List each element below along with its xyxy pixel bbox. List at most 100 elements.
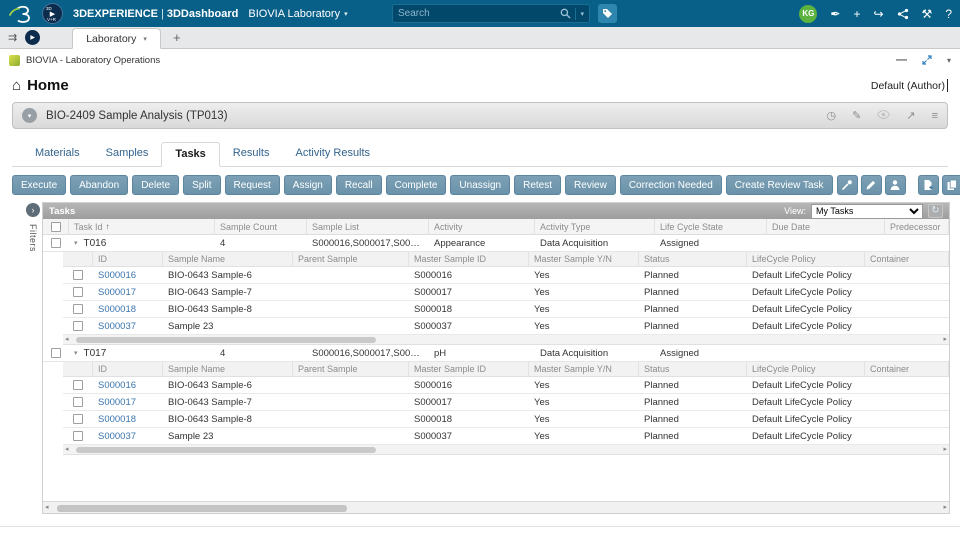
scroll-right-icon[interactable]: ▸: [943, 446, 947, 454]
column-header-sample-list[interactable]: Sample List: [307, 219, 429, 234]
tag-button[interactable]: [598, 4, 617, 23]
sample-id-link[interactable]: S000018: [93, 304, 163, 315]
tab-materials[interactable]: Materials: [22, 142, 93, 166]
inner-horizontal-scrollbar[interactable]: ◂ ▸: [63, 335, 949, 345]
sample-column-header-status[interactable]: Status: [639, 362, 747, 376]
share-network-icon[interactable]: [897, 8, 909, 20]
copy-document-icon-button[interactable]: [941, 175, 960, 195]
task-checkbox[interactable]: [51, 348, 61, 358]
view-select[interactable]: My Tasks: [811, 203, 923, 219]
scroll-right-icon[interactable]: ▸: [943, 504, 947, 512]
sample-checkbox[interactable]: [73, 380, 83, 390]
tab-results[interactable]: Results: [220, 142, 283, 166]
column-header-activity[interactable]: Activity: [429, 219, 535, 234]
sample-column-header-lifecycle-policy[interactable]: LifeCycle Policy: [747, 252, 865, 266]
pencil-icon-button[interactable]: [860, 175, 882, 195]
column-header-due-date[interactable]: Due Date: [767, 219, 885, 234]
action-button-abandon[interactable]: Abandon: [70, 175, 129, 195]
eyedropper-icon-button[interactable]: [836, 175, 858, 195]
add-tab-button[interactable]: +: [173, 30, 181, 45]
scroll-left-icon[interactable]: ◂: [65, 336, 69, 344]
sample-column-header-container[interactable]: Container: [865, 252, 949, 266]
sample-column-header-id[interactable]: ID: [93, 252, 163, 266]
tools-icon[interactable]: ⚒: [922, 7, 933, 21]
inner-horizontal-scrollbar[interactable]: ◂ ▸: [63, 445, 949, 455]
tab-activity-results[interactable]: Activity Results: [282, 142, 383, 166]
scroll-thumb[interactable]: [76, 337, 376, 343]
widget-menu-chevron-icon[interactable]: ▾: [947, 56, 951, 65]
sample-column-header-master-sample-y-n[interactable]: Master Sample Y/N: [529, 362, 639, 376]
scroll-thumb[interactable]: [57, 504, 347, 512]
add-content-icon[interactable]: +: [853, 7, 860, 21]
share-icon[interactable]: ↗: [906, 109, 915, 122]
task-row[interactable]: ▾ T017 4 S000016,S000017,S000018... pH Data A…: [43, 345, 949, 362]
scroll-right-icon[interactable]: ▸: [943, 336, 947, 344]
action-button-complete[interactable]: Complete: [385, 175, 447, 195]
action-button-create-review-task[interactable]: Create Review Task: [725, 175, 833, 195]
action-button-request[interactable]: Request: [224, 175, 280, 195]
sample-checkbox[interactable]: [73, 270, 83, 280]
search-input[interactable]: [398, 8, 557, 19]
sample-checkbox[interactable]: [73, 304, 83, 314]
collapse-panel-icon[interactable]: ▾: [22, 108, 37, 123]
sample-row[interactable]: S000017 BIO-0643 Sample-7 S000017 Yes Planne…: [63, 284, 949, 301]
action-button-assign[interactable]: Assign: [283, 175, 332, 195]
sample-id-link[interactable]: S000037: [93, 321, 163, 332]
sample-column-header-master-sample-id[interactable]: Master Sample ID: [409, 362, 529, 376]
sidebar-toggle-icon[interactable]: ⇉: [8, 31, 17, 44]
pen-icon[interactable]: ✒: [830, 7, 840, 21]
sample-id-link[interactable]: S000018: [93, 414, 163, 425]
sample-id-link[interactable]: S000016: [93, 270, 163, 281]
tab-tasks[interactable]: Tasks: [161, 142, 220, 167]
column-header-life-cycle-state[interactable]: Life Cycle State: [655, 219, 767, 234]
assign-user-icon-button[interactable]: [884, 175, 906, 195]
sample-column-header-sample-name[interactable]: Sample Name: [163, 362, 293, 376]
sample-checkbox[interactable]: [73, 397, 83, 407]
action-button-retest[interactable]: Retest: [514, 175, 562, 195]
help-icon[interactable]: ?: [945, 7, 952, 21]
action-button-split[interactable]: Split: [183, 175, 221, 195]
sample-row[interactable]: S000018 BIO-0643 Sample-8 S000018 Yes Planne…: [63, 411, 949, 428]
action-button-review[interactable]: Review: [565, 175, 616, 195]
action-button-execute[interactable]: Execute: [12, 175, 67, 195]
minimize-icon[interactable]: —: [896, 54, 907, 66]
sample-checkbox[interactable]: [73, 431, 83, 441]
column-header-sample-count[interactable]: Sample Count: [215, 219, 307, 234]
history-icon[interactable]: ◷: [827, 109, 837, 122]
mini-compass-icon[interactable]: ▶: [25, 30, 41, 45]
search-options-chevron-icon[interactable]: ▾: [580, 10, 584, 18]
sample-checkbox[interactable]: [73, 287, 83, 297]
tab-samples[interactable]: Samples: [93, 142, 162, 166]
add-document-icon-button[interactable]: [917, 175, 939, 195]
collapse-group-icon[interactable]: ▾: [74, 349, 78, 357]
column-header-predecessor[interactable]: Predecessor: [885, 219, 949, 234]
sample-column-header-lifecycle-policy[interactable]: LifeCycle Policy: [747, 362, 865, 376]
sample-id-link[interactable]: S000017: [93, 397, 163, 408]
sample-id-link[interactable]: S000016: [93, 380, 163, 391]
column-header-task-id[interactable]: Task Id ↑: [69, 219, 215, 234]
eye-icon[interactable]: [877, 109, 891, 122]
sample-checkbox[interactable]: [73, 321, 83, 331]
compass-icon[interactable]: 3D ▶ V+R: [42, 3, 63, 24]
sample-row[interactable]: S000037 Sample 23 S000037 Yes Planned Default…: [63, 428, 949, 445]
scroll-thumb[interactable]: [76, 447, 376, 453]
action-button-delete[interactable]: Delete: [132, 175, 180, 195]
action-button-recall[interactable]: Recall: [335, 175, 382, 195]
menu-icon[interactable]: ≡: [932, 110, 938, 122]
dashboard-tab-laboratory[interactable]: Laboratory ▾: [72, 28, 161, 49]
sample-row[interactable]: S000018 BIO-0643 Sample-8 S000018 Yes Planne…: [63, 301, 949, 318]
sample-column-header-parent-sample[interactable]: Parent Sample: [293, 252, 409, 266]
sample-column-header-master-sample-y-n[interactable]: Master Sample Y/N: [529, 252, 639, 266]
filters-expand-button[interactable]: ›: [26, 203, 40, 217]
edit-icon[interactable]: ✎: [852, 109, 861, 122]
sample-row[interactable]: S000016 BIO-0643 Sample-6 S000016 Yes Planne…: [63, 377, 949, 394]
sample-row[interactable]: S000016 BIO-0643 Sample-6 S000016 Yes Planne…: [63, 267, 949, 284]
sample-row[interactable]: S000037 Sample 23 S000037 Yes Planned Default…: [63, 318, 949, 335]
sample-column-header-container[interactable]: Container: [865, 362, 949, 376]
sample-id-link[interactable]: S000037: [93, 431, 163, 442]
collapse-group-icon[interactable]: ▾: [74, 239, 78, 247]
sample-row[interactable]: S000017 BIO-0643 Sample-7 S000017 Yes Planne…: [63, 394, 949, 411]
tab-chevron-icon[interactable]: ▾: [143, 35, 147, 43]
sample-column-header-id[interactable]: ID: [93, 362, 163, 376]
scroll-left-icon[interactable]: ◂: [65, 446, 69, 454]
